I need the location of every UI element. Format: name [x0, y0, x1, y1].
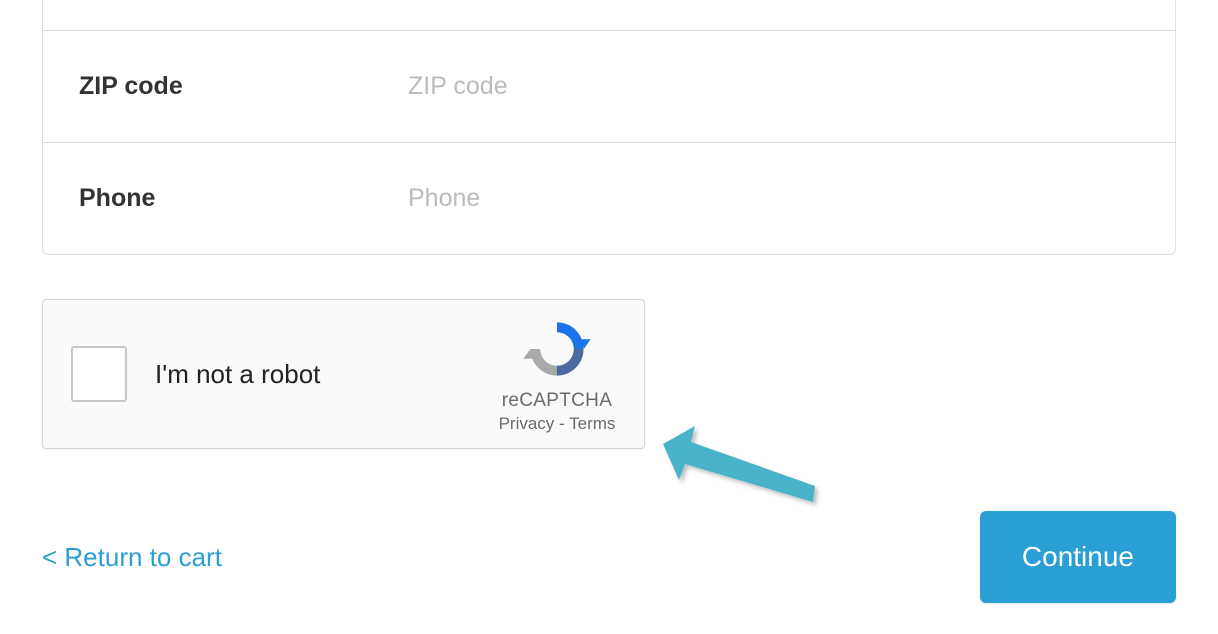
return-to-cart-link[interactable]: < Return to cart [42, 542, 222, 573]
footer-actions: < Return to cart Continue [42, 511, 1176, 603]
recaptcha-widget: I'm not a robot reCAPTCHA Privacy - Term… [42, 299, 645, 449]
recaptcha-brand-text: reCAPTCHA [502, 390, 612, 412]
recaptcha-icon [522, 314, 592, 384]
recaptcha-privacy-link[interactable]: Privacy [499, 414, 555, 433]
recaptcha-label: I'm not a robot [155, 359, 492, 390]
recaptcha-legal-separator: - [554, 414, 569, 433]
annotation-arrow-icon [655, 422, 835, 512]
form-row-phone: Phone [43, 142, 1175, 254]
form-row-spacer [43, 0, 1175, 30]
continue-button[interactable]: Continue [980, 511, 1176, 603]
recaptcha-legal: Privacy - Terms [499, 414, 616, 434]
recaptcha-checkbox[interactable] [71, 346, 127, 402]
zip-input[interactable] [408, 72, 1175, 101]
recaptcha-terms-link[interactable]: Terms [569, 414, 615, 433]
form-row-zip: ZIP code [43, 30, 1175, 142]
phone-input[interactable] [408, 184, 1175, 213]
recaptcha-branding: reCAPTCHA Privacy - Terms [492, 314, 622, 434]
zip-label: ZIP code [43, 72, 408, 101]
checkout-form: ZIP code Phone [42, 0, 1176, 255]
phone-label: Phone [43, 184, 408, 213]
